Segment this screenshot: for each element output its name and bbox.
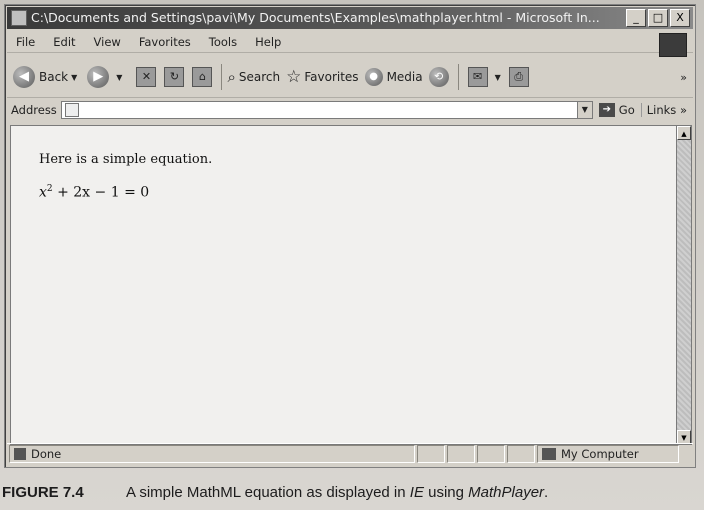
- mail-icon[interactable]: ✉: [467, 67, 488, 87]
- status-text: Done: [31, 447, 62, 461]
- links-overflow-icon: »: [679, 103, 687, 117]
- media-label: Media: [386, 70, 423, 84]
- toolbar-overflow-icon[interactable]: »: [680, 71, 687, 84]
- back-arrow-icon: ◀: [13, 66, 35, 88]
- favorites-button[interactable]: ☆ Favorites: [286, 67, 358, 87]
- title-bar: C:\Documents and Settings\pavi\My Docume…: [7, 7, 693, 29]
- menu-bar: File Edit View Favorites Tools Help: [7, 32, 693, 53]
- scroll-up-icon[interactable]: ▲: [677, 126, 691, 140]
- status-cell: [417, 445, 445, 463]
- back-dropdown-icon[interactable]: ▼: [71, 73, 77, 82]
- go-arrow-icon: ➔: [598, 103, 615, 117]
- address-bar: Address ▼ ➔ Go Links »: [7, 99, 693, 121]
- figure-number: FIGURE 7.4: [2, 484, 84, 501]
- print-icon[interactable]: ⎙: [508, 67, 529, 87]
- status-cells: [417, 445, 537, 463]
- links-button[interactable]: Links »: [640, 103, 687, 117]
- history-icon[interactable]: ⟲: [428, 67, 449, 87]
- caption-text-2: using: [423, 484, 469, 501]
- mail-dropdown-icon[interactable]: ▼: [495, 73, 501, 82]
- address-label: Address: [11, 103, 57, 117]
- content-paragraph: Here is a simple equation.: [39, 152, 213, 167]
- menu-help[interactable]: Help: [246, 35, 290, 49]
- address-input[interactable]: [60, 101, 578, 119]
- search-label: Search: [238, 70, 281, 84]
- equation-base: x: [39, 184, 47, 201]
- caption-text-3: .: [544, 484, 549, 501]
- back-label: Back: [39, 70, 69, 84]
- forward-dropdown-icon[interactable]: ▼: [116, 73, 122, 82]
- figure-caption: FIGURE 7.4 A simple MathML equation as di…: [2, 484, 702, 501]
- math-equation: x2 + 2x − 1 = 0: [39, 184, 149, 201]
- page-content: Here is a simple equation. x2 + 2x − 1 =…: [10, 125, 677, 445]
- toolbar: ◀ Back ▼ ▶ ▼ ✕ ↻ ⌂ ⌕ Search ☆ Favorites …: [7, 57, 693, 98]
- go-button[interactable]: ➔ Go: [598, 103, 635, 117]
- go-label: Go: [618, 103, 635, 117]
- maximize-button[interactable]: □: [648, 9, 668, 27]
- minimize-button[interactable]: _: [626, 9, 646, 27]
- menu-view[interactable]: View: [85, 35, 130, 49]
- stop-icon[interactable]: ✕: [136, 67, 157, 87]
- media-button[interactable]: ● Media: [364, 68, 423, 86]
- caption-mathplayer: MathPlayer: [468, 484, 545, 501]
- menu-edit[interactable]: Edit: [44, 35, 84, 49]
- address-dropdown-icon[interactable]: ▼: [577, 101, 593, 119]
- ie-app-icon: [11, 10, 27, 26]
- scroll-down-icon[interactable]: ▼: [677, 430, 691, 444]
- refresh-icon[interactable]: ↻: [164, 67, 185, 87]
- windows-logo-icon: [659, 33, 687, 57]
- equation-rest: + 2x − 1 = 0: [57, 184, 150, 201]
- star-icon: ☆: [286, 67, 302, 87]
- status-bar: Done My Computer: [7, 443, 693, 464]
- page-icon: [64, 103, 79, 117]
- menu-file[interactable]: File: [7, 35, 44, 49]
- favorites-label: Favorites: [304, 70, 359, 84]
- forward-button[interactable]: ▶ ▼: [87, 66, 126, 88]
- browser-window: C:\Documents and Settings\pavi\My Docume…: [4, 4, 696, 468]
- toolbar-separator: [221, 64, 223, 90]
- zone-label: My Computer: [561, 447, 639, 461]
- status-cell: [507, 445, 535, 463]
- window-title: C:\Documents and Settings\pavi\My Docume…: [31, 10, 600, 25]
- back-button[interactable]: ◀ Back ▼: [13, 66, 81, 88]
- status-cell: [477, 445, 505, 463]
- menu-favorites[interactable]: Favorites: [130, 35, 200, 49]
- security-zone: My Computer: [537, 445, 679, 463]
- links-label: Links: [646, 103, 677, 117]
- caption-text-1: A simple MathML equation as displayed in: [126, 484, 410, 501]
- toolbar-separator: [457, 64, 459, 90]
- search-icon: ⌕: [227, 68, 236, 86]
- vertical-scrollbar[interactable]: ▲ ▼: [676, 125, 692, 445]
- forward-arrow-icon: ▶: [87, 66, 110, 88]
- menu-tools[interactable]: Tools: [200, 35, 246, 49]
- computer-icon: [542, 448, 556, 460]
- equation-exponent: 2: [46, 184, 53, 194]
- status-text-panel: Done: [9, 445, 415, 463]
- caption-ie: IE: [409, 484, 424, 501]
- search-button[interactable]: ⌕ Search: [227, 68, 280, 86]
- media-icon: ●: [364, 68, 383, 86]
- close-button[interactable]: X: [670, 9, 690, 27]
- status-cell: [447, 445, 475, 463]
- home-icon[interactable]: ⌂: [192, 67, 213, 87]
- page-done-icon: [14, 448, 26, 460]
